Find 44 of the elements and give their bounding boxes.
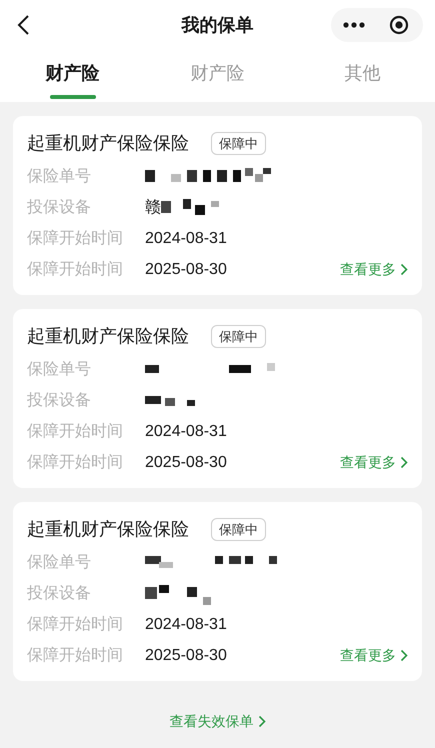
row-value: 2024-08-31 xyxy=(145,228,227,248)
row-label: 保障开始时间 xyxy=(27,228,124,248)
redaction-mosaic-drawing xyxy=(145,582,211,604)
status-tag: 保障中 xyxy=(211,518,266,542)
row-value: 2025-08-30 xyxy=(145,646,227,666)
view-more-link[interactable]: 查看更多 xyxy=(340,645,408,666)
row-label: 投保设备 xyxy=(27,584,92,604)
page-title: 我的保单 xyxy=(182,14,254,36)
chevron-right-icon xyxy=(258,715,266,728)
chevron-right-icon xyxy=(400,263,408,276)
row-value: 赣 xyxy=(145,198,161,218)
row-label: 保险单号 xyxy=(27,360,92,380)
tab[interactable]: 财产险 xyxy=(145,50,290,102)
policy-card[interactable]: 起重机财产保险保险 保障中 保险单号 投保设备 保障开始时间 2024-08-31 保障开始时间 2025-08-30 查看更多 xyxy=(13,502,422,681)
close-icon[interactable] xyxy=(389,15,409,35)
policy-title: 起重机财产保险保险 xyxy=(27,325,189,348)
row-value: 2025-08-30 xyxy=(145,452,227,472)
row-label: 投保设备 xyxy=(27,198,92,218)
policy-card[interactable]: 起重机财产保险保险 保障中 保险单号 投保设备 赣 保障开始时间 2024-08-31 保障开始时间 2025-08-30 查看更多 xyxy=(13,116,422,295)
row-value: 2024-08-31 xyxy=(145,422,227,442)
policy-card[interactable]: 起重机财产保险保险 保障中 保险单号 投保设备 保障开始时间 2024-08-31 保障开始时间 2025-08-30 查看更多 xyxy=(13,309,422,488)
row-label: 保险单号 xyxy=(27,166,92,186)
row-label: 保障开始时间 xyxy=(27,260,124,280)
status-tag: 保障中 xyxy=(211,132,266,156)
back-icon[interactable] xyxy=(16,14,30,36)
row-label: 投保设备 xyxy=(27,390,92,410)
row-value: 2024-08-31 xyxy=(145,614,227,634)
row-label: 保障开始时间 xyxy=(27,646,124,666)
status-tag: 保障中 xyxy=(211,324,266,348)
row-label: 保险单号 xyxy=(27,552,92,572)
view-more-link[interactable]: 查看更多 xyxy=(340,452,408,473)
row-label: 保障开始时间 xyxy=(27,422,124,442)
chevron-right-icon xyxy=(400,456,408,469)
view-more-link[interactable]: 查看更多 xyxy=(340,259,408,280)
policy-title: 起重机财产保险保险 xyxy=(27,132,189,155)
expired-policies-link[interactable]: 查看失效保单 xyxy=(170,711,266,732)
policy-title: 起重机财产保险保险 xyxy=(27,518,189,541)
chevron-right-icon xyxy=(400,649,408,662)
tab[interactable]: 财产险 xyxy=(0,50,145,102)
row-label: 保障开始时间 xyxy=(27,452,124,472)
row-value: 2025-08-30 xyxy=(145,260,227,280)
row-label: 保障开始时间 xyxy=(27,614,124,634)
tab[interactable]: 其他 xyxy=(290,50,435,102)
more-icon[interactable] xyxy=(343,22,365,28)
